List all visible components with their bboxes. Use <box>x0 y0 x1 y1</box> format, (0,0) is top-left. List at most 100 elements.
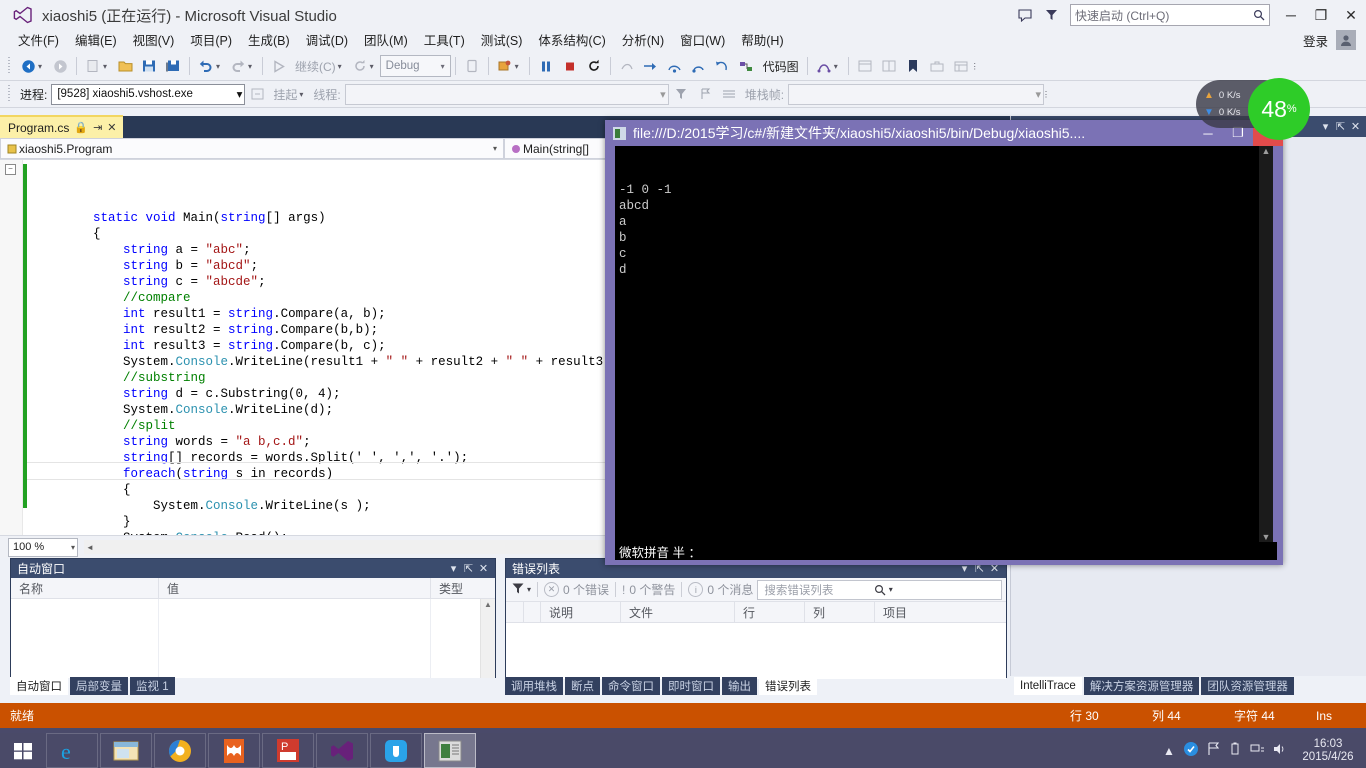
glyph-margin[interactable]: − <box>0 160 23 535</box>
taskbar-item-visual-studio[interactable] <box>316 733 368 768</box>
console-vertical-scrollbar[interactable]: ▲ ▼ <box>1259 146 1273 542</box>
threads-dropdown-icon[interactable]: ▾ <box>834 62 844 71</box>
restart-debug-icon[interactable] <box>583 55 605 77</box>
security-shield-icon[interactable] <box>1180 741 1202 760</box>
dock-tab-breakpoints[interactable]: 断点 <box>565 677 600 695</box>
solution-configuration-select[interactable]: Debug ▾ <box>379 55 451 77</box>
taskbar-item-browser[interactable] <box>154 733 206 768</box>
scroll-left-icon[interactable]: ◄ <box>84 540 96 554</box>
step-over-icon[interactable] <box>664 55 686 77</box>
redo-dropdown-icon[interactable]: ▾ <box>248 62 258 71</box>
cpu-usage-circle[interactable]: 48% <box>1248 78 1310 140</box>
menu-item-analyze[interactable]: 分析(N) <box>614 31 672 51</box>
error-column-description[interactable]: 说明 <box>541 602 621 622</box>
taskbar-item-blue-app[interactable] <box>370 733 422 768</box>
navbar-type-select[interactable]: xiaoshi5.Program ▾ <box>0 138 504 159</box>
menu-item-window[interactable]: 窗口(W) <box>672 31 733 51</box>
search-options-icon[interactable]: ▾ <box>889 585 998 594</box>
error-list-search-input[interactable]: 搜索错误列表 ▾ <box>757 579 1002 600</box>
step-out-icon[interactable] <box>688 55 710 77</box>
network-monitor-widget[interactable]: ▲ 0 K/s ▼ 0 K/s 48% <box>1196 78 1316 140</box>
menu-item-team[interactable]: 团队(M) <box>356 31 416 51</box>
suspend-label[interactable]: 挂起 <box>273 86 297 103</box>
autos-column-type[interactable]: 类型 <box>431 578 495 598</box>
error-column-line[interactable]: 行 <box>735 602 805 622</box>
taskbar-item-console-app[interactable] <box>424 733 476 768</box>
autos-column-value[interactable]: 值 <box>159 578 431 598</box>
warning-count-chip[interactable]: ! 0 个警告 <box>622 581 675 598</box>
action-center-flag-icon[interactable] <box>1202 742 1224 759</box>
pause-icon[interactable] <box>535 55 557 77</box>
undo-icon[interactable] <box>195 55 217 77</box>
editor-tab-program-cs[interactable]: Program.cs 🔒 ⇥ ✕ <box>0 115 123 138</box>
console-output-area[interactable]: -1 0 -1 abcd a b c d ▲ ▼ <box>615 146 1273 542</box>
scroll-down-icon[interactable]: ▼ <box>1262 532 1271 542</box>
process-select[interactable]: [9528] xiaoshi5.vshost.exe ▾ <box>51 83 246 105</box>
filter-dropdown-icon[interactable]: ▾ <box>527 585 531 594</box>
open-file-icon[interactable] <box>114 55 136 77</box>
menu-item-file[interactable]: 文件(F) <box>10 31 67 51</box>
menu-item-help[interactable]: 帮助(H) <box>733 31 791 51</box>
scroll-up-icon[interactable]: ▲ <box>484 600 492 609</box>
feedback-icon[interactable] <box>1012 3 1038 27</box>
menu-item-debug[interactable]: 调试(D) <box>298 31 356 51</box>
menu-item-build[interactable]: 生成(B) <box>240 31 298 51</box>
continue-label[interactable]: 继续(C) <box>295 58 336 75</box>
navigate-back-icon[interactable] <box>17 55 39 77</box>
undo-dropdown-icon[interactable]: ▾ <box>216 62 226 71</box>
debugbar-overflow-icon[interactable]: ⋮ <box>1042 90 1052 99</box>
pin-icon[interactable]: ⇱ <box>461 562 476 575</box>
panel-menu-icon[interactable]: ▾ <box>446 562 461 575</box>
dock-tab-locals[interactable]: 局部变量 <box>70 677 128 695</box>
taskbar-item-orange-app[interactable] <box>208 733 260 768</box>
bookmark-icon[interactable] <box>902 55 924 77</box>
save-icon[interactable] <box>138 55 160 77</box>
restart-dropdown-icon[interactable]: ▾ <box>370 62 380 71</box>
new-project-dropdown-icon[interactable]: ▾ <box>103 62 113 71</box>
error-count-chip[interactable]: ✕ 0 个错误 <box>544 581 609 598</box>
dock-tab-error-list[interactable]: 错误列表 <box>759 677 817 695</box>
thread-select[interactable]: ▾ <box>344 83 669 105</box>
save-all-icon[interactable] <box>162 55 184 77</box>
dock-tab-output[interactable]: 输出 <box>722 677 757 695</box>
menu-item-edit[interactable]: 编辑(E) <box>67 31 125 51</box>
message-count-chip[interactable]: i 0 个消息 <box>688 581 753 598</box>
stop-icon[interactable] <box>559 55 581 77</box>
close-icon[interactable]: ✕ <box>107 121 116 134</box>
menu-item-tools[interactable]: 工具(T) <box>416 31 473 51</box>
close-button[interactable]: ✕ <box>1336 2 1366 28</box>
close-icon[interactable]: ✕ <box>1348 120 1363 133</box>
pin-icon[interactable]: ⇥ <box>93 121 102 134</box>
stack-frame-select[interactable]: ▾ <box>788 83 1045 105</box>
zoom-level-select[interactable]: 100 % ▾ <box>8 537 78 557</box>
battery-icon[interactable] <box>1224 742 1246 759</box>
continue-dropdown-icon[interactable]: ▾ <box>338 62 348 71</box>
taskbar-item-powerpoint[interactable]: P <box>262 733 314 768</box>
volume-icon[interactable] <box>1268 742 1290 759</box>
filter-icon[interactable] <box>1038 3 1064 27</box>
console-window[interactable]: file:///D:/2015学习/c#/新建文件夹/xiaoshi5/xiao… <box>605 120 1283 565</box>
toolbar-grip[interactable] <box>7 57 13 75</box>
dock-tab-call-stack[interactable]: 调用堆栈 <box>505 677 563 695</box>
attach-process-icon[interactable] <box>494 55 516 77</box>
menu-item-view[interactable]: 视图(V) <box>125 31 183 51</box>
toolbar-overflow-icon[interactable]: ⋮ <box>971 62 981 71</box>
step-out-alt-icon[interactable] <box>712 55 734 77</box>
collapse-outline-icon[interactable]: − <box>5 164 16 175</box>
taskbar-clock[interactable]: 16:03 2015/4/26 <box>1290 738 1366 764</box>
navigate-back-dropdown-icon[interactable]: ▾ <box>38 62 48 71</box>
taskbar-item-internet-explorer[interactable]: e <box>46 733 98 768</box>
login-link[interactable]: 登录 <box>1303 31 1328 50</box>
code-map-label[interactable]: 代码图 <box>763 58 799 75</box>
dock-tab-watch-1[interactable]: 监视 1 <box>130 677 175 695</box>
maximize-button[interactable]: ❐ <box>1306 2 1336 28</box>
dock-tab-immediate-window[interactable]: 即时窗口 <box>662 677 720 695</box>
scroll-up-icon[interactable]: ▲ <box>1262 146 1271 156</box>
step-into-icon[interactable] <box>640 55 662 77</box>
suspend-dropdown-icon[interactable]: ▾ <box>299 90 309 99</box>
error-grid-body[interactable] <box>506 623 1006 679</box>
attach-dropdown-icon[interactable]: ▾ <box>515 62 525 71</box>
autos-vertical-scrollbar[interactable]: ▲ <box>480 599 495 678</box>
dock-tab-autos[interactable]: 自动窗口 <box>10 677 68 695</box>
autos-grid-body[interactable]: ▲ <box>11 599 495 678</box>
